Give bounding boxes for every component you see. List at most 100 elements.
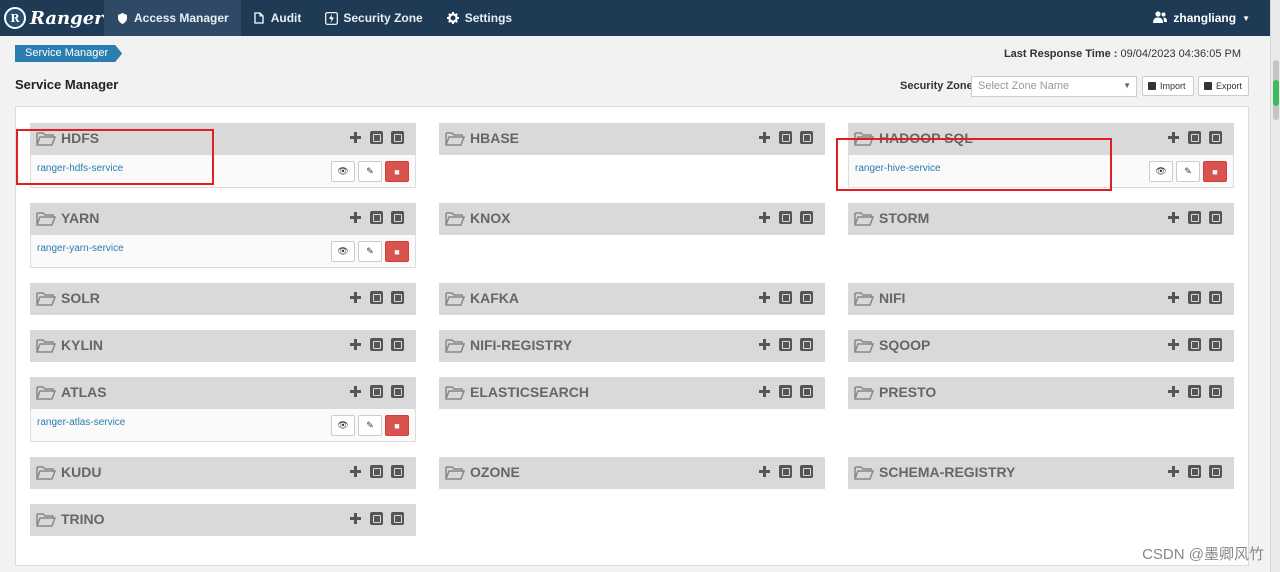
service-actions <box>758 291 813 304</box>
view-button[interactable]: 👁 <box>331 415 355 436</box>
folder-icon <box>445 211 466 226</box>
add-service-icon[interactable] <box>758 385 771 398</box>
last-response-label: Last Response Time : <box>1003 48 1118 60</box>
import-service-icon[interactable] <box>779 465 792 478</box>
import-service-icon[interactable] <box>370 291 383 304</box>
view-button[interactable]: 👁 <box>1149 161 1173 182</box>
import-service-icon[interactable] <box>1188 385 1201 398</box>
add-service-icon[interactable] <box>1167 465 1180 478</box>
import-service-icon[interactable] <box>1188 211 1201 224</box>
edit-button[interactable]: ✎ <box>358 241 382 262</box>
view-button[interactable]: 👁 <box>331 241 355 262</box>
delete-button[interactable]: ■ <box>385 241 409 262</box>
add-service-icon[interactable] <box>349 131 362 144</box>
export-service-icon[interactable] <box>800 211 813 224</box>
trash-icon: ■ <box>1212 166 1218 177</box>
export-service-icon[interactable] <box>391 211 404 224</box>
folder-icon <box>36 512 57 527</box>
export-service-icon[interactable] <box>800 385 813 398</box>
add-service-icon[interactable] <box>349 512 362 525</box>
import-service-icon[interactable] <box>779 211 792 224</box>
add-service-icon[interactable] <box>1167 338 1180 351</box>
add-service-icon[interactable] <box>349 211 362 224</box>
nav-settings[interactable]: Settings <box>435 0 524 36</box>
import-service-icon[interactable] <box>779 131 792 144</box>
import-service-icon[interactable] <box>1188 291 1201 304</box>
add-service-icon[interactable] <box>1167 131 1180 144</box>
edit-button[interactable]: ✎ <box>358 161 382 182</box>
delete-button[interactable]: ■ <box>385 161 409 182</box>
service-actions <box>349 512 404 525</box>
service-header: SQOOP <box>848 330 1234 362</box>
export-service-icon[interactable] <box>391 291 404 304</box>
delete-button[interactable]: ■ <box>385 415 409 436</box>
scrollbar[interactable] <box>1270 0 1280 572</box>
export-service-icon[interactable] <box>1209 131 1222 144</box>
export-service-icon[interactable] <box>391 385 404 398</box>
export-service-icon[interactable] <box>1209 338 1222 351</box>
import-service-icon[interactable] <box>370 512 383 525</box>
import-service-icon[interactable] <box>370 338 383 351</box>
export-service-icon[interactable] <box>391 338 404 351</box>
nav-audit[interactable]: Audit <box>241 0 314 36</box>
add-service-icon[interactable] <box>349 338 362 351</box>
add-service-icon[interactable] <box>1167 385 1180 398</box>
delete-button[interactable]: ■ <box>1203 161 1227 182</box>
export-service-icon[interactable] <box>800 465 813 478</box>
export-service-icon[interactable] <box>391 465 404 478</box>
import-service-icon[interactable] <box>1188 131 1201 144</box>
import-service-icon[interactable] <box>1188 465 1201 478</box>
import-service-icon[interactable] <box>1188 338 1201 351</box>
add-service-icon[interactable] <box>349 465 362 478</box>
security-zone-select[interactable]: Select Zone Name ▼ <box>971 76 1137 97</box>
nav-security-zone[interactable]: Security Zone <box>313 0 434 36</box>
service-name: STORM <box>879 210 930 226</box>
export-button[interactable]: Export <box>1198 76 1249 96</box>
import-service-icon[interactable] <box>370 131 383 144</box>
add-service-icon[interactable] <box>758 131 771 144</box>
import-service-icon[interactable] <box>779 338 792 351</box>
add-service-icon[interactable] <box>758 211 771 224</box>
export-service-icon[interactable] <box>1209 291 1222 304</box>
add-service-icon[interactable] <box>1167 211 1180 224</box>
page-title: Service Manager <box>15 77 119 92</box>
service-instance-link[interactable]: ranger-yarn-service <box>37 243 124 254</box>
breadcrumb[interactable]: Service Manager <box>15 45 122 62</box>
import-service-icon[interactable] <box>370 465 383 478</box>
ranger-logo-icon: R <box>4 7 26 29</box>
add-service-icon[interactable] <box>349 291 362 304</box>
export-service-icon[interactable] <box>391 512 404 525</box>
edit-button[interactable]: ✎ <box>358 415 382 436</box>
view-button[interactable]: 👁 <box>331 161 355 182</box>
import-service-icon[interactable] <box>370 385 383 398</box>
brand[interactable]: R Ranger <box>0 0 104 36</box>
export-service-icon[interactable] <box>1209 465 1222 478</box>
service-header: STORM <box>848 203 1234 235</box>
nav-access-manager[interactable]: Access Manager <box>104 0 241 36</box>
export-service-icon[interactable] <box>800 338 813 351</box>
import-service-icon[interactable] <box>370 211 383 224</box>
folder-icon <box>445 131 466 146</box>
add-service-icon[interactable] <box>758 291 771 304</box>
service-instance-row: ranger-atlas-service 👁 ✎ ■ <box>30 409 416 442</box>
folder-icon <box>36 385 57 400</box>
export-service-icon[interactable] <box>1209 211 1222 224</box>
user-menu[interactable]: zhangliang ▼ <box>1153 0 1250 36</box>
import-button[interactable]: Import <box>1142 76 1194 96</box>
folder-icon <box>854 465 875 480</box>
edit-button[interactable]: ✎ <box>1176 161 1200 182</box>
add-service-icon[interactable] <box>1167 291 1180 304</box>
import-service-icon[interactable] <box>779 291 792 304</box>
export-service-icon[interactable] <box>800 291 813 304</box>
add-service-icon[interactable] <box>758 465 771 478</box>
service-instance-link[interactable]: ranger-atlas-service <box>37 417 125 428</box>
service-group: NIFI <box>848 283 1234 315</box>
add-service-icon[interactable] <box>349 385 362 398</box>
export-service-icon[interactable] <box>1209 385 1222 398</box>
export-service-icon[interactable] <box>800 131 813 144</box>
folder-icon <box>36 465 57 480</box>
add-service-icon[interactable] <box>758 338 771 351</box>
service-group: YARN ranger-yarn-service 👁 ✎ ■ <box>30 203 416 268</box>
import-service-icon[interactable] <box>779 385 792 398</box>
export-service-icon[interactable] <box>391 131 404 144</box>
